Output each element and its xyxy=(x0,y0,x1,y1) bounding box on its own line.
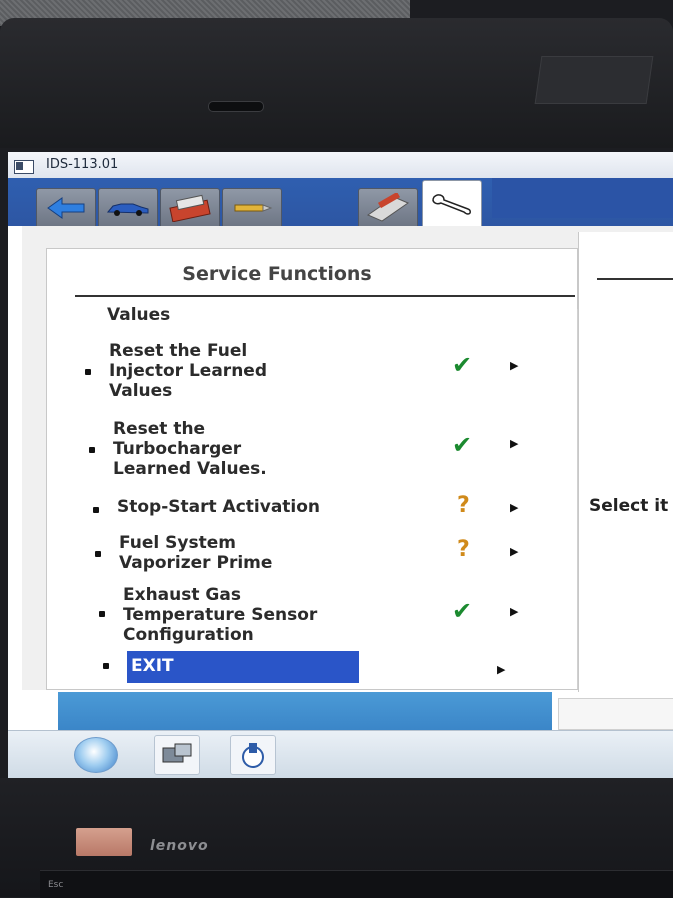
play-arrow-icon[interactable]: ▶ xyxy=(497,663,505,676)
list-item-fuel-system-vaporizer-prime[interactable]: Fuel System Vaporizer Prime ? ▶ xyxy=(47,533,567,579)
service-function-list: Values Reset the Fuel Injector Learned V… xyxy=(47,301,577,689)
car-icon xyxy=(106,203,149,216)
module-tab[interactable] xyxy=(358,188,418,227)
list-item-reset-turbocharger[interactable]: Reset the Turbocharger Learned Values. ✔… xyxy=(47,419,567,483)
window-app-icon xyxy=(14,160,34,174)
back-arrow-icon xyxy=(47,197,85,219)
main-toolbar xyxy=(8,178,673,227)
panel-header: Service Functions xyxy=(47,249,577,293)
play-arrow-icon[interactable]: ▶ xyxy=(510,605,518,618)
status-band xyxy=(58,692,552,730)
back-tab[interactable] xyxy=(36,188,96,227)
info-panel-divider xyxy=(597,278,673,280)
taskbar xyxy=(8,730,673,778)
list-item-label: Fuel System Vaporizer Prime xyxy=(119,533,273,573)
probe-icon xyxy=(234,204,273,212)
list-item-label: Stop-Start Activation xyxy=(117,497,321,517)
list-item-label: Reset the Fuel Injector Learned Values xyxy=(109,341,267,401)
bullet-icon xyxy=(89,447,95,453)
panel-title: Service Functions xyxy=(182,263,372,285)
info-panel: Select it xyxy=(578,232,673,692)
exit-selection[interactable]: EXIT xyxy=(127,651,359,683)
question-mark-icon: ? xyxy=(457,493,470,518)
play-arrow-icon[interactable]: ▶ xyxy=(510,359,518,372)
vehicle-tab[interactable] xyxy=(98,188,158,227)
module-card-icon xyxy=(366,193,410,222)
list-item-reset-fuel-injector[interactable]: Reset the Fuel Injector Learned Values ✔… xyxy=(47,341,567,407)
play-arrow-icon[interactable]: ▶ xyxy=(510,501,518,514)
toolbar-background xyxy=(492,178,673,218)
bullet-icon xyxy=(103,663,109,669)
list-item-exhaust-gas-temp-config[interactable]: Exhaust Gas Temperature Sensor Configura… xyxy=(47,585,567,647)
play-arrow-icon[interactable]: ▶ xyxy=(510,545,518,558)
ids-app-icon xyxy=(242,743,264,768)
laptop-screen: IDS-113.01 Service Functions Values Rese… xyxy=(8,152,673,778)
status-band-right xyxy=(558,698,673,730)
webcam-housing xyxy=(534,56,654,104)
laptop-sticker xyxy=(76,828,132,856)
check-icon: ✔ xyxy=(452,351,473,379)
taskbar-app-vci[interactable] xyxy=(154,735,200,775)
toolbox-data-tab[interactable] xyxy=(160,188,220,227)
webcam-slot xyxy=(208,101,264,112)
list-item-values[interactable]: Values xyxy=(47,301,567,331)
list-item-label: Reset the Turbocharger Learned Values. xyxy=(113,419,267,479)
start-button-icon[interactable] xyxy=(74,737,118,773)
list-item-label: Values xyxy=(107,305,171,325)
wrench-icon xyxy=(432,194,471,215)
info-panel-text: Select it xyxy=(589,496,669,516)
bullet-icon xyxy=(85,369,91,375)
question-mark-icon: ? xyxy=(457,537,470,562)
check-icon: ✔ xyxy=(452,431,473,459)
list-item-label: Exhaust Gas Temperature Sensor Configura… xyxy=(123,585,318,645)
taskbar-app-ids[interactable] xyxy=(230,735,276,775)
esc-key[interactable]: Esc xyxy=(48,880,63,890)
vci-manager-icon xyxy=(162,743,192,763)
window-titlebar: IDS-113.01 xyxy=(8,152,673,179)
laptop-bezel-top xyxy=(0,18,673,148)
panel-divider xyxy=(75,295,575,297)
brand-logo: lenovo xyxy=(150,838,209,854)
check-icon: ✔ xyxy=(452,597,473,625)
toolbox-icon xyxy=(169,194,211,222)
bullet-icon xyxy=(93,507,99,513)
play-arrow-icon[interactable]: ▶ xyxy=(510,437,518,450)
bullet-icon xyxy=(99,611,105,617)
bullet-icon xyxy=(95,551,101,557)
list-item-label: EXIT xyxy=(131,656,174,676)
service-functions-panel: Service Functions Values Reset the Fuel … xyxy=(46,248,596,690)
toolbox-tab[interactable] xyxy=(422,180,482,227)
window-title: IDS-113.01 xyxy=(46,157,119,172)
list-item-exit[interactable]: EXIT ▶ xyxy=(47,651,567,683)
list-item-stop-start-activation[interactable]: Stop-Start Activation ? ▶ xyxy=(47,493,567,527)
measurement-tab[interactable] xyxy=(222,188,282,227)
keyboard-edge xyxy=(40,870,673,898)
